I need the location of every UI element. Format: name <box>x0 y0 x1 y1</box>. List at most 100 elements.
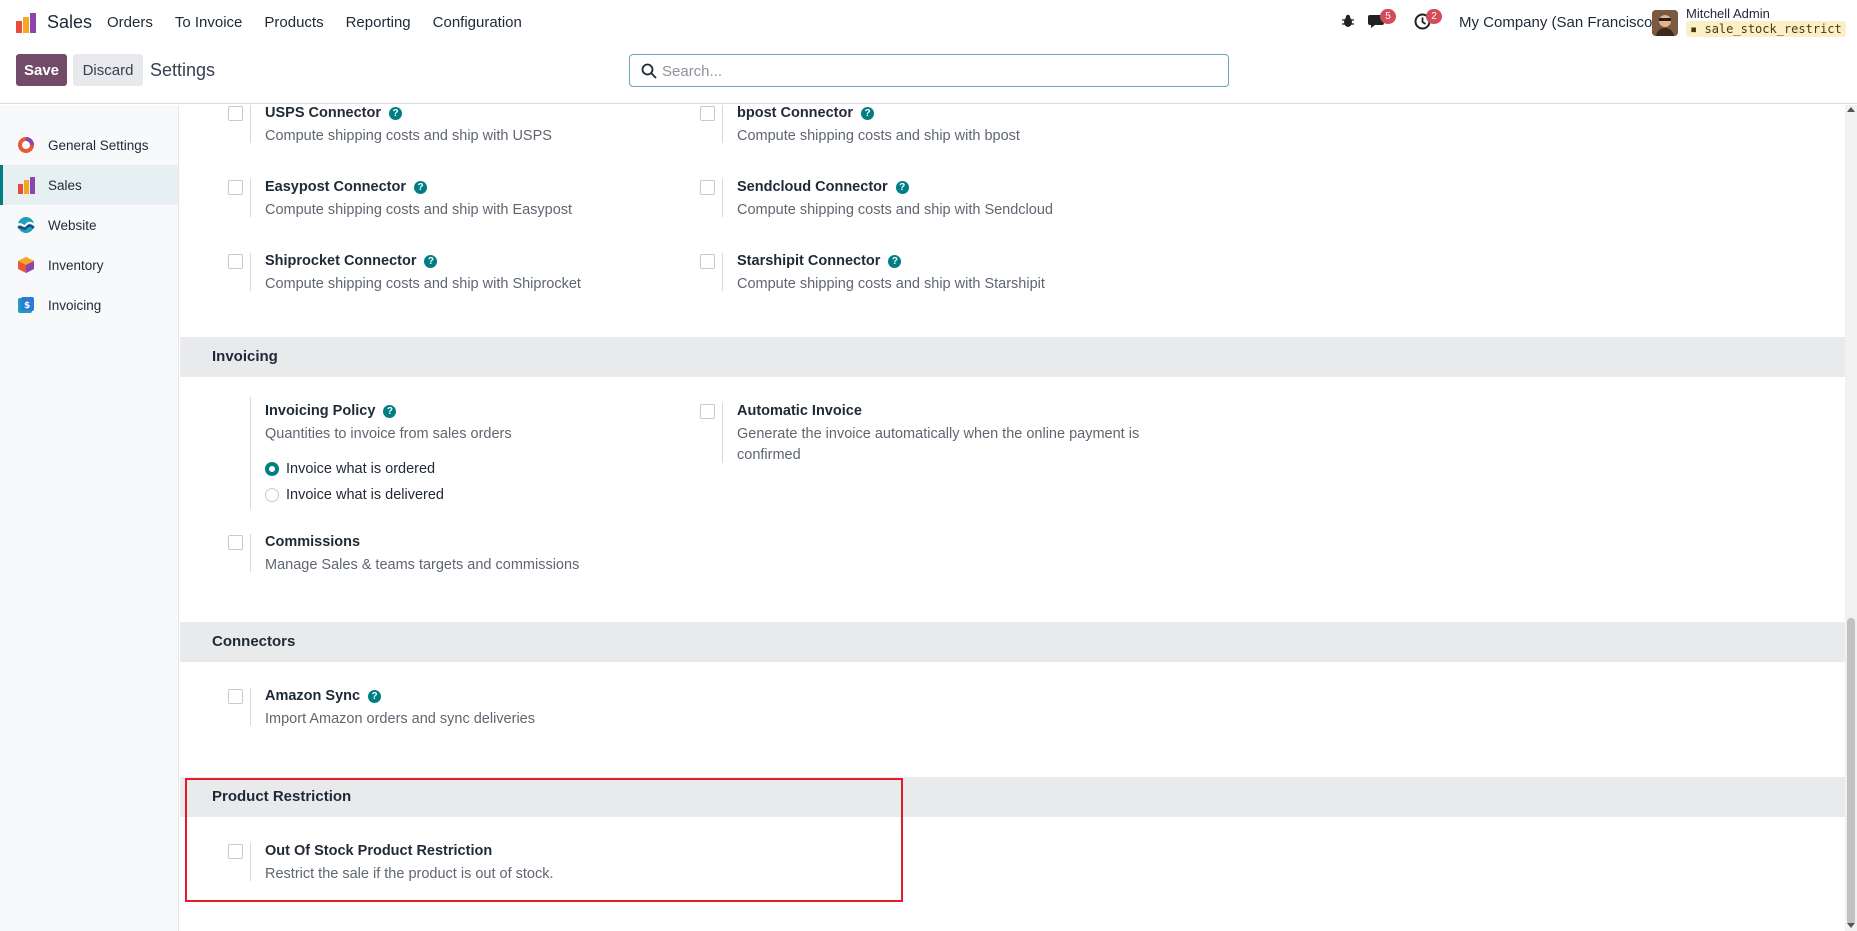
breadcrumb: Settings <box>150 60 216 80</box>
setting-desc: Import Amazon orders and sync deliveries <box>265 711 535 727</box>
divider <box>250 253 251 291</box>
divider <box>722 105 723 143</box>
menu-reporting[interactable]: Reporting <box>346 14 411 31</box>
divider <box>722 253 723 291</box>
help-icon[interactable]: ? <box>368 690 382 703</box>
divider <box>250 688 251 726</box>
content-scrollbar[interactable] <box>1845 105 1857 931</box>
help-icon[interactable]: ? <box>861 107 874 120</box>
messages-badge: 5 <box>1380 9 1396 24</box>
help-icon[interactable]: ? <box>389 107 403 120</box>
database-name: ▪ sale_stock_restrict <box>1686 21 1846 37</box>
setting-desc: Quantities to invoice from sales orders <box>265 426 512 442</box>
setting-title: USPS Connector? <box>265 105 403 121</box>
setting-title-text: bpost Connector <box>737 105 853 121</box>
save-button[interactable]: Save <box>16 54 67 86</box>
search-input[interactable] <box>662 59 1212 83</box>
help-icon[interactable]: ? <box>424 255 438 268</box>
activities-icon[interactable]: 2 <box>1414 9 1442 33</box>
help-icon[interactable]: ? <box>383 405 397 418</box>
setting-desc: Compute shipping costs and ship with bpo… <box>737 128 1020 144</box>
radio-button-checked[interactable] <box>265 462 279 476</box>
messages-icon[interactable]: 5 <box>1368 9 1396 33</box>
menu-configuration[interactable]: Configuration <box>433 14 522 31</box>
user-avatar[interactable] <box>1652 10 1678 36</box>
invoicing-icon: $ <box>18 297 34 313</box>
setting-title-text: Invoicing Policy <box>265 403 376 419</box>
setting-desc: Generate the invoice automatically when … <box>737 426 1140 442</box>
database-icon: ▪ <box>1690 22 1698 36</box>
sidebar-item-label: Inventory <box>48 257 104 273</box>
main-menu: Orders To Invoice Products Reporting Con… <box>107 14 522 31</box>
setting-title: Sendcloud Connector? <box>737 179 909 195</box>
setting-title-text: Shiprocket Connector <box>265 253 417 269</box>
commissions-checkbox[interactable] <box>228 535 243 550</box>
radio-label: Invoice what is delivered <box>286 487 444 503</box>
section-invoicing-heading: Invoicing <box>180 337 1845 377</box>
setting-title-text: Easypost Connector <box>265 179 406 195</box>
sales-icon <box>18 177 35 194</box>
sales-app-icon[interactable] <box>15 12 37 34</box>
setting-title-text: Amazon Sync <box>265 688 361 704</box>
scroll-up-arrow-icon[interactable] <box>1847 107 1855 112</box>
easypost-checkbox[interactable] <box>228 180 243 195</box>
divider <box>722 403 723 463</box>
setting-title: Commissions <box>265 534 361 550</box>
setting-title-text: Sendcloud Connector <box>737 179 888 195</box>
top-navbar: Sales Orders To Invoice Products Reporti… <box>0 0 1857 46</box>
setting-desc: Compute shipping costs and ship with Sen… <box>737 202 1053 218</box>
radio-label: Invoice what is ordered <box>286 461 436 477</box>
scroll-down-arrow-icon[interactable] <box>1847 923 1855 928</box>
discard-button[interactable]: Discard <box>73 54 143 86</box>
database-label: sale_stock_restrict <box>1704 22 1842 36</box>
amazon-sync-checkbox[interactable] <box>228 689 243 704</box>
website-icon <box>17 217 35 233</box>
highlight-box <box>185 778 903 902</box>
setting-title: Invoicing Policy? <box>265 403 397 419</box>
menu-products[interactable]: Products <box>264 14 323 31</box>
scroll-thumb[interactable] <box>1847 618 1855 925</box>
company-switcher[interactable]: My Company (San Francisco) <box>1459 14 1657 31</box>
sidebar-item-inventory[interactable]: Inventory <box>0 245 178 285</box>
setting-title: Automatic Invoice <box>737 403 862 419</box>
setting-desc: Compute shipping costs and ship with Shi… <box>265 276 581 292</box>
debug-icon[interactable] <box>1340 13 1360 33</box>
menu-to-invoice[interactable]: To Invoice <box>175 14 243 31</box>
help-icon[interactable]: ? <box>414 181 427 194</box>
activities-badge: 2 <box>1426 9 1442 24</box>
sendcloud-checkbox[interactable] <box>700 180 715 195</box>
setting-desc: Compute shipping costs and ship with Eas… <box>265 202 573 218</box>
radio-button[interactable] <box>265 488 279 502</box>
svg-text:$: $ <box>24 301 30 311</box>
sidebar-item-invoicing[interactable]: $ Invoicing <box>0 285 178 325</box>
setting-title: bpost Connector? <box>737 105 874 121</box>
shiprocket-checkbox[interactable] <box>228 254 243 269</box>
control-panel: Save Discard Settings <box>0 46 1857 104</box>
help-icon[interactable]: ? <box>895 181 909 194</box>
sidebar-item-sales[interactable]: Sales <box>0 165 178 205</box>
setting-title-text: USPS Connector <box>265 105 382 121</box>
starshipit-checkbox[interactable] <box>700 254 715 269</box>
bpost-checkbox[interactable] <box>700 106 715 121</box>
divider <box>722 179 723 217</box>
setting-title: Amazon Sync? <box>265 688 382 704</box>
user-name[interactable]: Mitchell Admin <box>1686 6 1770 21</box>
search-box[interactable] <box>629 54 1229 87</box>
usps-checkbox[interactable] <box>228 106 243 121</box>
setting-desc: Compute shipping costs and ship with USP… <box>265 128 552 144</box>
sidebar-item-general-settings[interactable]: General Settings <box>0 125 178 165</box>
settings-sidebar: General Settings Sales Website Inventory… <box>0 105 179 931</box>
sidebar-item-label: Website <box>48 217 97 233</box>
setting-desc: Manage Sales & teams targets and commiss… <box>265 557 580 573</box>
inventory-icon <box>18 257 34 273</box>
help-icon[interactable]: ? <box>888 255 902 268</box>
sidebar-item-website[interactable]: Website <box>0 205 178 245</box>
menu-orders[interactable]: Orders <box>107 14 153 31</box>
divider <box>250 397 251 509</box>
settings-content: USPS Connector? Compute shipping costs a… <box>180 105 1845 931</box>
divider <box>250 534 251 572</box>
setting-desc: Compute shipping costs and ship with Sta… <box>737 276 1045 292</box>
setting-title: Shiprocket Connector? <box>265 253 438 269</box>
automatic-invoice-checkbox[interactable] <box>700 404 715 419</box>
app-name[interactable]: Sales <box>47 12 92 33</box>
